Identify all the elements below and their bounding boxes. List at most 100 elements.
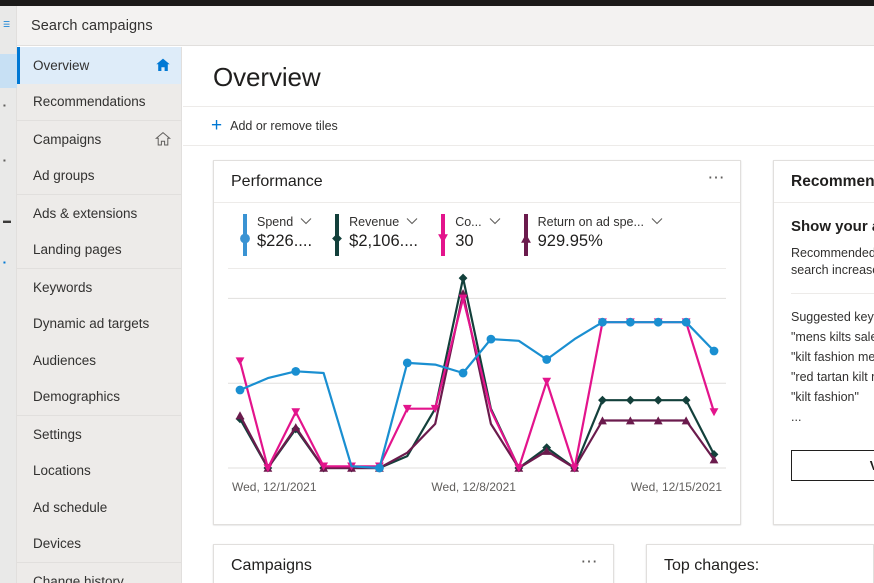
recommendations-card-header: Recommenda [774,161,874,203]
chart-marker [542,355,552,364]
page-title: Overview [213,62,321,92]
suggested-keyword-4: ... [791,410,802,424]
recommendation-description: Recommended bec search increase. Le [791,245,874,279]
more-options-icon[interactable]: ⋯ [708,169,727,190]
sidebar-group-5: Change history [17,563,181,583]
sidebar-item-campaigns[interactable]: Campaigns [17,121,181,158]
megaphone-icon[interactable]: ▪ [3,156,11,166]
sidebar-item-change-history[interactable]: Change history [17,563,181,583]
sidebar-item-audiences[interactable]: Audiences [17,342,181,379]
grid-icon[interactable]: ▪ [3,101,11,111]
chevron-down-icon[interactable] [651,217,663,227]
tile-row-2: Campaigns ⋯ Top changes: [213,544,874,583]
performance-card: Performance ⋯ Spend $226.... Revenue $2,106… [213,160,741,525]
metric-header: Co... [455,215,500,229]
metric-card-1[interactable]: Revenue $2,106.... [332,214,418,256]
sidebar-item-label: Overview [33,57,90,73]
metric-selector-strip[interactable]: Spend $226.... Revenue $2,106.... Co... 30 Ret… [228,203,726,269]
sidebar-item-ad-schedule[interactable]: Ad schedule [17,489,181,526]
sidebar-item-label: Audiences [33,352,97,368]
performance-chart-svg [228,273,726,473]
chevron-down-icon[interactable] [300,217,312,227]
sidebar-item-landing-pages[interactable]: Landing pages [17,232,181,269]
sidebar-item-ad-groups[interactable]: Ad groups [17,158,181,195]
chart-marker [598,317,607,327]
metric-glyph-triangle-down-icon [438,231,449,249]
suggested-keyword-1: "kilt fashion men" [791,350,874,364]
hamburger-icon[interactable]: ☰ [3,20,11,30]
chart-marker [458,273,468,283]
add-or-remove-tiles-label: Add or remove tiles [230,119,338,133]
sidebar-item-label: Ad groups [33,168,95,184]
metric-name: Spend [257,215,294,229]
suggested-keyword-3: "kilt fashion" [791,390,859,404]
metric-value: 30 [455,232,474,250]
chart-marker [681,317,691,327]
x-label-1: Wed, 12/8/2021 [431,480,516,494]
metric-card-0[interactable]: Spend $226.... [240,214,312,256]
x-label-0: Wed, 12/1/2021 [232,480,317,494]
recommendation-description-line2: search increase. [791,263,874,277]
chart-marker [291,423,301,432]
chart-marker [375,463,384,473]
x-label-2: Wed, 12/15/2021 [630,480,722,494]
metric-color-marker [240,214,250,256]
tools-icon[interactable]: ▬ [3,216,11,226]
recommendations-divider [791,293,874,294]
chevron-down-icon[interactable] [406,217,418,227]
metric-card-3[interactable]: Return on ad spe... 929.95% [520,214,663,256]
tile-row-1: Performance ⋯ Spend $226.... Revenue $2,106… [213,160,874,525]
collapsed-nav-rail[interactable]: ☰ ▪ ▪ ▬ ▪ [0,6,17,583]
rail-selected-indicator [0,54,17,88]
performance-chart[interactable]: Wed, 12/1/2021 Wed, 12/8/2021 Wed, 12/15… [214,269,740,494]
sidebar-item-demographics[interactable]: Demographics [17,379,181,416]
chart-marker [402,358,412,368]
chart-marker [235,357,245,366]
campaigns-card-header: Campaigns ⋯ [214,545,613,583]
sidebar-item-locations[interactable]: Locations [17,453,181,490]
chevron-down-icon[interactable] [489,217,501,227]
sidebar-item-label: Change history [33,573,124,583]
sidebar-item-devices[interactable]: Devices [17,526,181,563]
sidebar-item-keywords[interactable]: Keywords [17,269,181,306]
metric-name: Revenue [349,215,400,229]
recommendations-card: Recommenda Show your ad Recommended bec … [773,160,874,525]
home-filled-icon [156,58,170,72]
chart-series-return-on-ad-spe- [235,289,719,472]
tile-grid: Performance ⋯ Spend $226.... Revenue $2,106… [183,146,874,583]
sidebar-item-overview[interactable]: Overview [17,47,181,84]
sidebar-item-label: Locations [33,463,91,479]
sidebar-item-dynamic-ad-targets[interactable]: Dynamic ad targets [17,306,181,343]
chart-marker [653,395,663,405]
sidebar-item-settings[interactable]: Settings [17,416,181,453]
add-or-remove-tiles-button[interactable]: + Add or remove tiles [211,115,338,136]
metric-card-2[interactable]: Co... 30 [438,214,500,256]
sidebar-item-recommendations[interactable]: Recommendations [17,84,181,121]
view-recommendations-button[interactable]: View 12 rec [791,450,874,481]
more-options-icon[interactable]: ⋯ [580,553,599,574]
sidebar-item-label: Ads & extensions [33,205,138,221]
chart-marker [291,408,301,417]
suggested-keywords-label: Suggested keywor [791,310,874,324]
metric-value: $2,106.... [349,232,418,250]
top-changes-card-title: Top changes: [663,556,760,574]
metric-body: Co... 30 [455,214,500,251]
sidebar-item-label: Settings [33,426,82,442]
chart-marker [681,395,691,405]
sidebar-item-label: Keywords [33,279,93,295]
chart-marker [598,395,607,405]
metric-header: Return on ad spe... [538,215,663,229]
metric-name: Return on ad spe... [537,215,644,229]
sidebar-nav[interactable]: Overview Recommendations Campaigns Ad group… [17,47,182,583]
sidebar-item-label: Campaigns [33,131,102,147]
plus-icon: + [211,115,223,136]
chart-marker [291,366,301,376]
sidebar-item-label: Devices [33,536,82,552]
metric-body: Spend $226.... [257,214,312,251]
sidebar-item-label: Dynamic ad targets [33,316,150,332]
sidebar-item-ads-extensions[interactable]: Ads & extensions [17,195,181,232]
chart-marker [235,411,245,420]
metric-header: Revenue [349,215,418,229]
report-icon[interactable]: ▪ [3,258,11,268]
performance-card-header: Performance ⋯ [214,161,740,203]
